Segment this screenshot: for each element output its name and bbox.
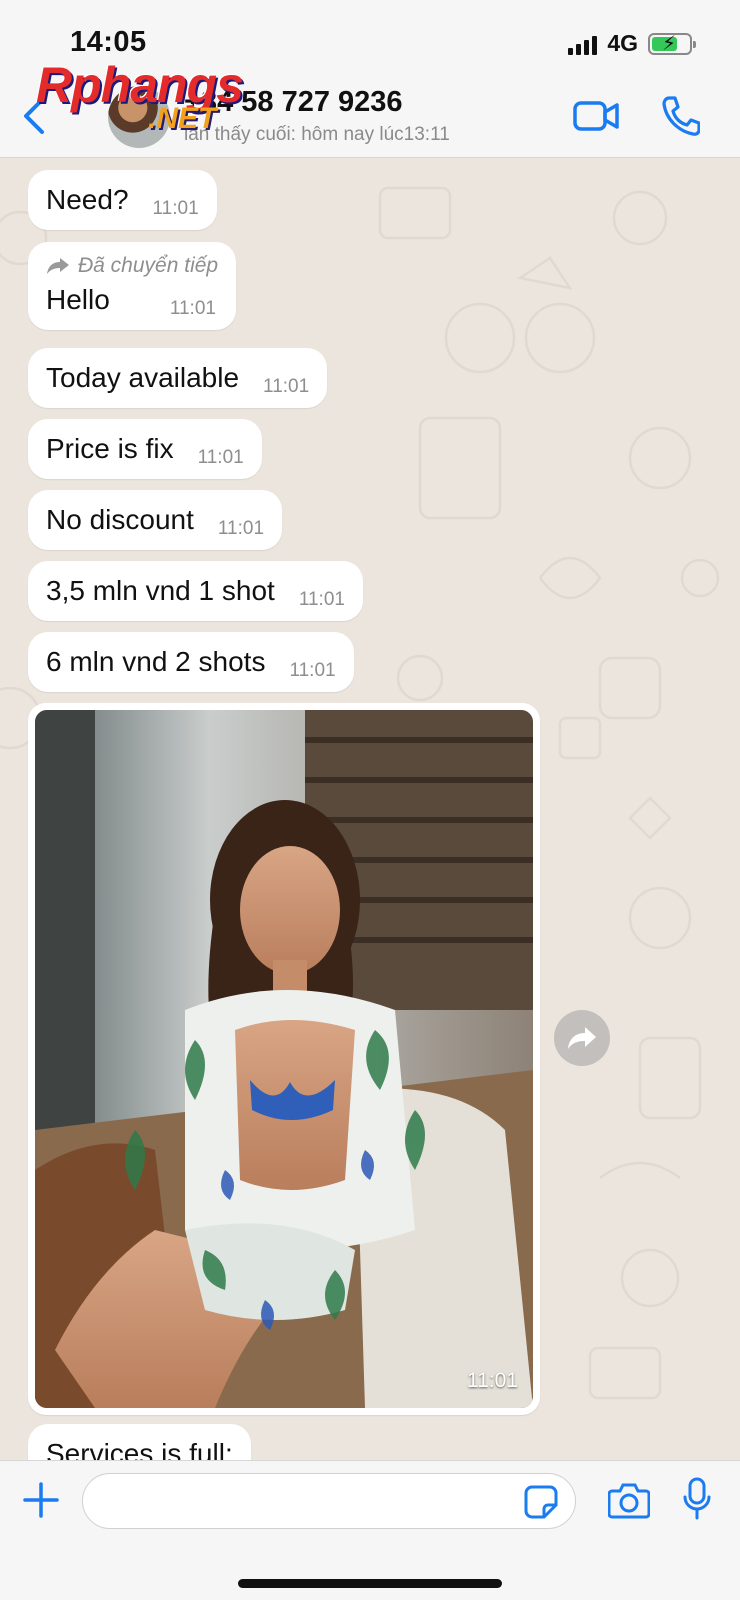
message-text: Need? [46, 184, 129, 215]
message-text: Price is fix [46, 433, 174, 464]
charging-bolt-icon: ⚡ [662, 32, 677, 55]
message-text: 6 mln vnd 2 shots [46, 646, 266, 677]
forwarded-label-text: Đã chuyển tiếp [78, 254, 219, 277]
message-bubble-partial[interactable]: Services is full: [28, 1424, 251, 1460]
signal-icon [568, 33, 598, 55]
home-indicator[interactable] [238, 1579, 502, 1588]
photo[interactable] [35, 710, 533, 1408]
message-bubble[interactable]: Today available 11:01 [28, 348, 328, 408]
status-time: 14:05 [70, 26, 147, 58]
composer-bar [0, 1460, 740, 1600]
message-text: No discount [46, 504, 194, 535]
phone-icon [662, 96, 701, 136]
forward-arrow-icon [568, 1027, 596, 1049]
chat-header: +84 58 727 9236 lần thấy cuối: hôm nay l… [0, 74, 740, 158]
contact-avatar[interactable] [108, 86, 170, 148]
status-indicators: 4G ⚡ [568, 30, 696, 57]
message-time: 11:01 [298, 589, 345, 610]
message-bubble-forwarded[interactable]: Đã chuyển tiếp Hello 11:01 [28, 242, 237, 330]
image-message[interactable]: 11:01 [28, 703, 540, 1415]
sticker-button[interactable] [524, 1485, 558, 1519]
camera-icon [607, 1483, 651, 1519]
forward-button[interactable] [554, 1010, 610, 1066]
microphone-button[interactable] [682, 1477, 712, 1521]
camera-button[interactable] [607, 1481, 651, 1519]
message-text: Services is full: [46, 1438, 233, 1460]
last-seen-status: lần thấy cuối: hôm nay lúc13:11 [184, 124, 450, 145]
message-bubble[interactable]: 3,5 mln vnd 1 shot 11:01 [28, 561, 363, 621]
message-time: 11:01 [197, 447, 244, 468]
forwarded-label: Đã chuyển tiếp [46, 254, 218, 278]
message-time: 11:01 [289, 660, 336, 681]
chevron-left-icon [24, 98, 44, 134]
microphone-icon [683, 1477, 711, 1520]
message-bubble[interactable]: Need? 11:01 [28, 170, 217, 230]
message-time: 11:01 [263, 376, 310, 397]
photo-illustration [35, 710, 533, 1408]
sticker-icon [524, 1485, 558, 1519]
forward-arrow-icon [47, 258, 69, 274]
video-call-button[interactable] [572, 96, 620, 136]
message-bubble[interactable]: Price is fix 11:01 [28, 419, 262, 479]
image-time: 11:01 [467, 1369, 518, 1392]
message-text: 3,5 mln vnd 1 shot [46, 575, 275, 606]
message-time: 11:01 [152, 198, 199, 219]
video-camera-icon [573, 101, 619, 131]
message-bubble[interactable]: 6 mln vnd 2 shots 11:01 [28, 632, 354, 692]
message-input[interactable] [82, 1473, 576, 1529]
message-time: 11:01 [217, 518, 265, 539]
back-button[interactable] [18, 96, 52, 136]
plus-icon [23, 1482, 59, 1518]
status-bar: 14:05 4G ⚡ [0, 0, 740, 74]
chat-area[interactable]: Need? 11:01 Đã chuyển tiếp Hello 11:01 T… [0, 158, 740, 1460]
network-type: 4G [607, 30, 638, 56]
attach-button[interactable] [22, 1481, 60, 1519]
battery-icon: ⚡ [648, 32, 696, 55]
contact-name[interactable]: +84 58 727 9236 [184, 86, 403, 119]
voice-call-button[interactable] [660, 94, 701, 138]
message-time: 11:01 [169, 298, 216, 319]
message-bubble[interactable]: No discount 11:01 [28, 490, 283, 550]
message-text: Today available [46, 362, 240, 393]
message-text: Hello [46, 284, 110, 315]
